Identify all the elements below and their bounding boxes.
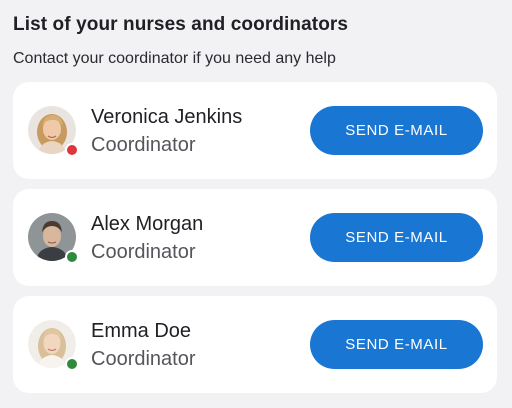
contact-name: Emma Doe — [91, 320, 192, 342]
contact-card: Emma Doe Coordinator SEND E-MAIL — [13, 296, 497, 393]
contact-name: Veronica Jenkins — [91, 106, 243, 128]
send-email-button[interactable]: SEND E-MAIL — [310, 106, 483, 155]
avatar — [28, 106, 79, 157]
contact-role: Coordinator — [91, 241, 196, 263]
send-email-button[interactable]: SEND E-MAIL — [310, 213, 483, 262]
status-dot — [65, 143, 79, 157]
avatar — [28, 213, 79, 264]
contact-role: Coordinator — [91, 348, 196, 370]
status-dot — [65, 357, 79, 371]
contact-role: Coordinator — [91, 134, 196, 156]
contact-name: Alex Morgan — [91, 213, 204, 235]
page-header: List of your nurses and coordinators Con… — [13, 12, 499, 69]
contact-list: Veronica Jenkins Coordinator SEND E-MAIL… — [13, 82, 497, 403]
page-title: List of your nurses and coordinators — [13, 14, 349, 35]
send-email-button[interactable]: SEND E-MAIL — [310, 320, 483, 369]
contact-card: Alex Morgan Coordinator SEND E-MAIL — [13, 189, 497, 286]
contact-card: Veronica Jenkins Coordinator SEND E-MAIL — [13, 82, 497, 179]
avatar — [28, 320, 79, 371]
status-dot — [65, 250, 79, 264]
page-subtitle: Contact your coordinator if you need any… — [13, 50, 336, 67]
